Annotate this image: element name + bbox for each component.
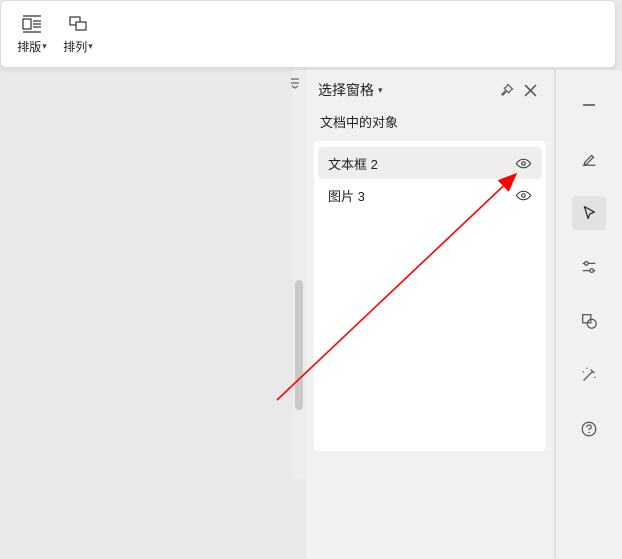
- ribbon-arrange-button[interactable]: 排列▾: [55, 5, 101, 63]
- arrange-icon: [67, 13, 89, 35]
- ribbon-arrange-label: 排列: [63, 38, 87, 55]
- selection-pane-subtitle: 文档中的对象: [306, 110, 554, 139]
- object-row-image[interactable]: 图片 3: [318, 179, 542, 211]
- rail-magic-button[interactable]: [572, 358, 606, 392]
- object-row-textbox[interactable]: 文本框 2: [318, 147, 542, 179]
- object-list: 文本框 2 图片 3: [314, 141, 546, 451]
- selection-pane-title: 选择窗格: [318, 80, 374, 100]
- object-label: 文本框 2: [328, 154, 378, 173]
- selection-pane-title-button[interactable]: 选择窗格 ▾: [318, 80, 383, 100]
- eye-icon: [515, 187, 532, 204]
- cursor-icon: [580, 204, 598, 222]
- selection-pane-header: 选择窗格 ▾: [306, 70, 554, 110]
- rail-settings-button[interactable]: [572, 250, 606, 284]
- close-pane-button[interactable]: [518, 78, 542, 102]
- pencil-icon: [580, 150, 598, 168]
- object-label: 图片 3: [328, 186, 365, 205]
- ribbon-toolbar: 排版▾ 排列▾: [0, 0, 616, 68]
- chevron-down-icon: ▾: [42, 41, 47, 52]
- minus-icon: [581, 97, 597, 113]
- visibility-toggle[interactable]: [514, 154, 532, 172]
- side-rail: [556, 70, 622, 559]
- rail-minimize-button[interactable]: [572, 88, 606, 122]
- text-wrap-icon: [21, 13, 43, 35]
- close-icon: [524, 84, 537, 97]
- visibility-toggle[interactable]: [514, 186, 532, 204]
- rail-help-button[interactable]: [572, 412, 606, 446]
- ribbon-layout-label: 排版: [17, 38, 41, 55]
- pin-button[interactable]: [494, 78, 518, 102]
- rail-edit-button[interactable]: [572, 142, 606, 176]
- rail-shapes-button[interactable]: [572, 304, 606, 338]
- pin-icon: [499, 83, 514, 98]
- shapes-icon: [580, 312, 598, 330]
- scrollbar-thumb[interactable]: [295, 280, 303, 410]
- help-icon: [580, 420, 598, 438]
- document-vertical-scrollbar[interactable]: [293, 70, 305, 479]
- eye-icon: [515, 155, 532, 172]
- ribbon-layout-button[interactable]: 排版▾: [9, 5, 55, 63]
- collapse-marker-icon: [289, 77, 301, 89]
- selection-pane: 选择窗格 ▾ 文档中的对象 文本框 2 图片 3: [306, 70, 554, 559]
- magic-wand-icon: [580, 366, 598, 384]
- sliders-icon: [580, 258, 598, 276]
- rail-select-button[interactable]: [572, 196, 606, 230]
- chevron-down-icon: ▾: [378, 85, 383, 96]
- chevron-down-icon: ▾: [88, 41, 93, 52]
